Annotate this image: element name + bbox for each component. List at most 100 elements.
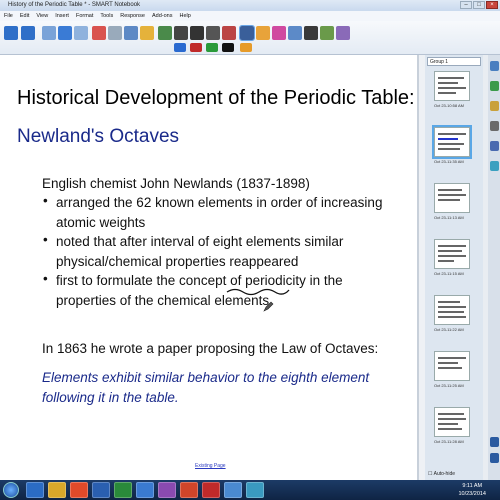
autohide-toggle[interactable]: ☐ Auto-hide: [428, 471, 455, 477]
slide-subtitle: Newland's Octaves: [17, 126, 180, 147]
scroll-up-icon[interactable]: [490, 437, 499, 447]
table-icon[interactable]: [140, 26, 154, 40]
scroll-down-icon[interactable]: [490, 453, 499, 463]
quote-line: following it in the table.: [42, 389, 179, 405]
maximize-button[interactable]: □: [473, 1, 485, 9]
menu-file[interactable]: File: [4, 11, 13, 21]
line-color-black-icon[interactable]: [222, 43, 234, 52]
slide-title: Historical Development of the Periodic T…: [17, 87, 415, 109]
existing-page-link[interactable]: Existing Page: [195, 463, 226, 469]
full-screen-icon[interactable]: [124, 26, 138, 40]
autohide-label: Auto-hide: [433, 471, 456, 477]
regular-polygon-icon[interactable]: [272, 26, 286, 40]
menu-help[interactable]: Help: [180, 11, 191, 21]
line-color-orange-icon[interactable]: [240, 43, 252, 52]
page-thumbnail[interactable]: [434, 239, 470, 269]
page-thumbnail[interactable]: [434, 295, 470, 325]
side-tabs: [488, 55, 500, 480]
page-date: Oct 23-11:15 AM: [434, 271, 464, 276]
close-button[interactable]: ×: [486, 1, 498, 9]
line-color-red-icon[interactable]: [190, 43, 202, 52]
page-thumbnail[interactable]: [434, 351, 470, 381]
undo-icon[interactable]: [58, 26, 72, 40]
system-clock[interactable]: 9:11 AM 10/23/2014: [458, 482, 486, 498]
delete-icon[interactable]: [92, 26, 106, 40]
move-toolbar-icon[interactable]: [336, 26, 350, 40]
smart-notebook-icon[interactable]: [224, 482, 242, 498]
ie-browser-icon[interactable]: [26, 482, 44, 498]
canvas-scrollbar[interactable]: [418, 55, 425, 480]
onenote-icon[interactable]: [158, 482, 176, 498]
word-icon[interactable]: [92, 482, 110, 498]
octaves-quote: Elements exhibit similar behavior to the…: [42, 368, 369, 407]
group-label: Group 1: [430, 59, 449, 65]
menu-edit[interactable]: Edit: [20, 11, 29, 21]
menu-bar: File Edit View Insert Format Tools Respo…: [0, 11, 500, 21]
bullet-dot-icon: •: [43, 232, 48, 247]
minimize-button[interactable]: –: [460, 1, 472, 9]
clock-time: 9:11 AM: [462, 483, 483, 489]
page-sorter: Group 1 Oct 23-10:58 AM Oct 23-11:35 AM …: [425, 55, 483, 480]
select-pointer-icon[interactable]: [174, 26, 188, 40]
intro-text: English chemist John Newlands (1837-1898…: [42, 176, 310, 191]
quote-line: Elements exhibit similar behavior to the…: [42, 370, 370, 385]
outlook-icon[interactable]: [136, 482, 154, 498]
menu-response[interactable]: Response: [120, 11, 145, 21]
pen-icon[interactable]: [190, 26, 204, 40]
menu-addons[interactable]: Add-ons: [152, 11, 173, 21]
menu-insert[interactable]: Insert: [55, 11, 69, 21]
acrobat-icon[interactable]: [202, 482, 220, 498]
text-tool-icon[interactable]: [304, 26, 318, 40]
start-button-icon[interactable]: [3, 482, 19, 498]
clock-date: 10/23/2014: [458, 491, 486, 497]
group-dropdown[interactable]: Group 1: [427, 57, 481, 66]
page-thumbnail[interactable]: [434, 407, 470, 437]
excel-icon[interactable]: [114, 482, 132, 498]
menu-view[interactable]: View: [36, 11, 48, 21]
page-date: Oct 23-11:35 AM: [434, 159, 464, 164]
law-of-octaves-text: In 1863 he wrote a paper proposing the L…: [42, 341, 379, 356]
fill-icon[interactable]: [288, 26, 302, 40]
properties-tab-icon[interactable]: [490, 121, 499, 131]
page-thumbnail[interactable]: [434, 183, 470, 213]
page-date: Oct 23-11:28 AM: [434, 439, 464, 444]
menu-format[interactable]: Format: [76, 11, 93, 21]
shapes-icon[interactable]: [256, 26, 270, 40]
bullet-line: physical/chemical properties reappeared: [56, 253, 299, 269]
line-color-blue-icon[interactable]: [174, 43, 186, 52]
creative-pen-icon[interactable]: [206, 26, 220, 40]
screen-shade-icon[interactable]: [108, 26, 122, 40]
page-sorter-tab-icon[interactable]: [490, 61, 499, 71]
app-icon[interactable]: [246, 482, 264, 498]
page-date: Oct 23-10:58 AM: [434, 103, 465, 108]
page-date: Oct 23-11:22 AM: [434, 327, 464, 332]
windows-taskbar: 9:11 AM 10/23/2014: [0, 480, 500, 500]
line-color-green-icon[interactable]: [206, 43, 218, 52]
window-titlebar: History of the Periodic Table * - SMART …: [0, 0, 500, 11]
document-camera-icon[interactable]: [158, 26, 172, 40]
eraser-icon[interactable]: [222, 26, 236, 40]
page-thumbnail[interactable]: [434, 71, 470, 101]
pen-underline-annotation: [226, 288, 290, 296]
bullet-line: noted that after interval of eight eleme…: [56, 234, 344, 249]
menu-tools[interactable]: Tools: [100, 11, 113, 21]
back-arrow-icon[interactable]: [4, 26, 18, 40]
page-thumbnail-selected[interactable]: [432, 125, 472, 159]
toolbar: [0, 21, 500, 55]
attachments-tab-icon[interactable]: [490, 101, 499, 111]
view-screens-icon[interactable]: [42, 26, 56, 40]
addons-tab-icon[interactable]: [490, 141, 499, 151]
properties-icon[interactable]: [320, 26, 334, 40]
bullet-dot-icon: •: [43, 271, 48, 286]
powerpoint-icon[interactable]: [180, 482, 198, 498]
bullet-dot-icon: •: [43, 193, 48, 208]
gallery-tab-icon[interactable]: [490, 81, 499, 91]
bullet-line: atomic weights: [56, 214, 146, 230]
chrome-icon[interactable]: [70, 482, 88, 498]
file-explorer-icon[interactable]: [48, 482, 66, 498]
window-title: History of the Periodic Table * - SMART …: [8, 2, 141, 8]
forward-arrow-icon[interactable]: [21, 26, 35, 40]
line-tool-icon[interactable]: [239, 25, 255, 41]
response-tab-icon[interactable]: [490, 161, 499, 171]
redo-icon[interactable]: [74, 26, 88, 40]
